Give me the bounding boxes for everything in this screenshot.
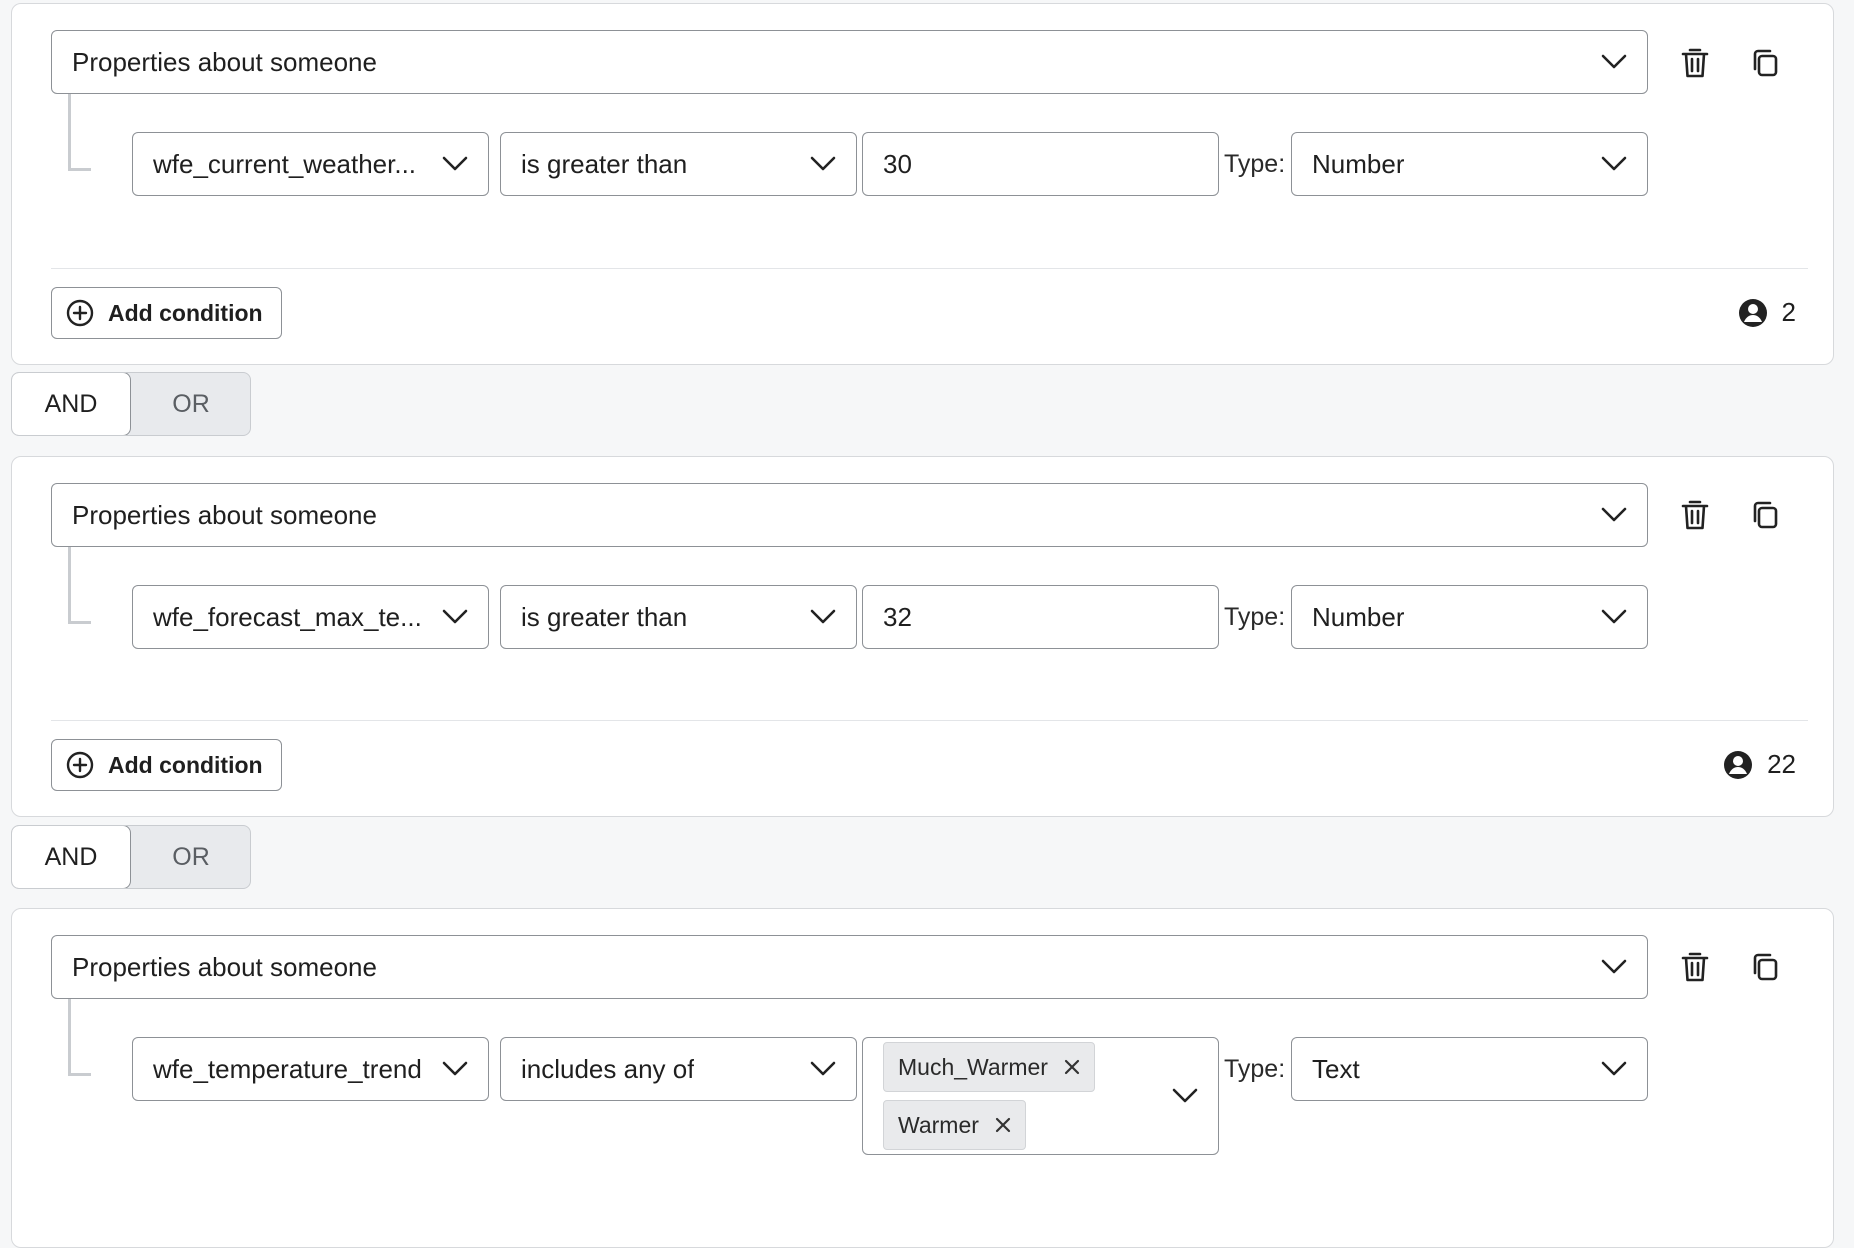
type-select-value: Text	[1312, 1053, 1360, 1084]
chevron-down-icon	[1601, 507, 1627, 522]
add-condition-label: Add condition	[108, 751, 263, 778]
duplicate-group-button[interactable]	[1745, 947, 1785, 987]
or-option[interactable]: OR	[132, 826, 250, 888]
and-option[interactable]: AND	[12, 373, 131, 435]
chevron-down-icon	[1601, 1061, 1627, 1076]
trash-icon	[1681, 48, 1709, 78]
condition-group-2: Properties about someone wfe_forecast_ma…	[11, 456, 1834, 817]
copy-icon	[1753, 501, 1778, 529]
chevron-down-icon	[1601, 959, 1627, 974]
operator-select[interactable]: is greater than	[500, 132, 857, 196]
type-label: Type:	[1224, 1055, 1286, 1083]
delete-group-button[interactable]	[1675, 947, 1715, 987]
plus-circle-icon	[66, 751, 94, 779]
close-icon[interactable]	[995, 1117, 1011, 1133]
logic-toggle-1: AND OR	[11, 372, 251, 436]
condition-group-1: Properties about someone wfe_current_wea…	[11, 3, 1834, 365]
value-input-text: 30	[883, 148, 912, 179]
category-select[interactable]: Properties about someone	[51, 30, 1648, 94]
tree-connector	[68, 94, 91, 171]
type-label: Type:	[1224, 603, 1286, 631]
operator-select-value: is greater than	[521, 601, 688, 632]
or-option[interactable]: OR	[132, 373, 250, 435]
chevron-down-icon	[1601, 54, 1627, 69]
duplicate-group-button[interactable]	[1745, 495, 1785, 535]
type-select[interactable]: Number	[1291, 132, 1648, 196]
chevron-down-icon	[442, 1061, 468, 1076]
value-tag: Warmer	[883, 1100, 1026, 1150]
chevron-down-icon	[810, 609, 836, 624]
value-input[interactable]: 32	[862, 585, 1219, 649]
value-input-text: 32	[883, 601, 912, 632]
chevron-down-icon	[442, 609, 468, 624]
chevron-down-icon	[1172, 1088, 1198, 1103]
operator-select-value: is greater than	[521, 148, 688, 179]
add-condition-label: Add condition	[108, 299, 263, 326]
tree-connector	[68, 547, 91, 624]
property-select[interactable]: wfe_temperature_trend	[132, 1037, 489, 1101]
multi-value-select[interactable]: Much_Warmer Warmer	[862, 1037, 1219, 1155]
operator-select[interactable]: is greater than	[500, 585, 857, 649]
value-input[interactable]: 30	[862, 132, 1219, 196]
delete-group-button[interactable]	[1675, 43, 1715, 83]
operator-select-value: includes any of	[521, 1053, 695, 1084]
logic-toggle-2: AND OR	[11, 825, 251, 889]
property-select-value: wfe_temperature_trend	[153, 1053, 422, 1084]
chevron-down-icon	[810, 1061, 836, 1076]
value-tag-label: Much_Warmer	[898, 1053, 1048, 1080]
type-select[interactable]: Number	[1291, 585, 1648, 649]
category-select[interactable]: Properties about someone	[51, 935, 1648, 999]
tree-connector	[68, 999, 91, 1076]
person-circle-icon	[1738, 298, 1767, 327]
chevron-down-icon	[1601, 156, 1627, 171]
value-tag: Much_Warmer	[883, 1042, 1095, 1092]
divider	[51, 720, 1808, 721]
add-condition-button[interactable]: Add condition	[51, 287, 282, 339]
category-select[interactable]: Properties about someone	[51, 483, 1648, 547]
plus-circle-icon	[66, 299, 94, 327]
property-select[interactable]: wfe_forecast_max_te...	[132, 585, 489, 649]
delete-group-button[interactable]	[1675, 495, 1715, 535]
property-select-value: wfe_current_weather...	[153, 148, 417, 179]
category-select-value: Properties about someone	[72, 951, 377, 982]
trash-icon	[1681, 500, 1709, 530]
category-select-value: Properties about someone	[72, 499, 377, 530]
audience-count: 2	[1738, 297, 1796, 328]
type-select-value: Number	[1312, 148, 1405, 179]
chevron-down-icon	[1601, 609, 1627, 624]
operator-select[interactable]: includes any of	[500, 1037, 857, 1101]
type-select-value: Number	[1312, 601, 1405, 632]
audience-count-value: 2	[1781, 297, 1796, 327]
type-select[interactable]: Text	[1291, 1037, 1648, 1101]
person-circle-icon	[1724, 750, 1753, 779]
and-option[interactable]: AND	[12, 826, 131, 888]
type-label: Type:	[1224, 150, 1286, 178]
condition-group-3: Properties about someone wfe_temperature…	[11, 908, 1834, 1248]
close-icon[interactable]	[1064, 1059, 1080, 1075]
property-select-value: wfe_forecast_max_te...	[153, 601, 422, 632]
audience-count-value: 22	[1767, 749, 1796, 779]
chevron-down-icon	[810, 156, 836, 171]
audience-count: 22	[1723, 749, 1796, 780]
chevron-down-icon	[442, 156, 468, 171]
trash-icon	[1681, 952, 1709, 982]
copy-icon	[1753, 953, 1778, 981]
duplicate-group-button[interactable]	[1745, 43, 1785, 83]
add-condition-button[interactable]: Add condition	[51, 739, 282, 791]
property-select[interactable]: wfe_current_weather...	[132, 132, 489, 196]
divider	[51, 268, 1808, 269]
value-tag-label: Warmer	[898, 1111, 979, 1138]
category-select-value: Properties about someone	[72, 46, 377, 77]
copy-icon	[1753, 49, 1778, 77]
